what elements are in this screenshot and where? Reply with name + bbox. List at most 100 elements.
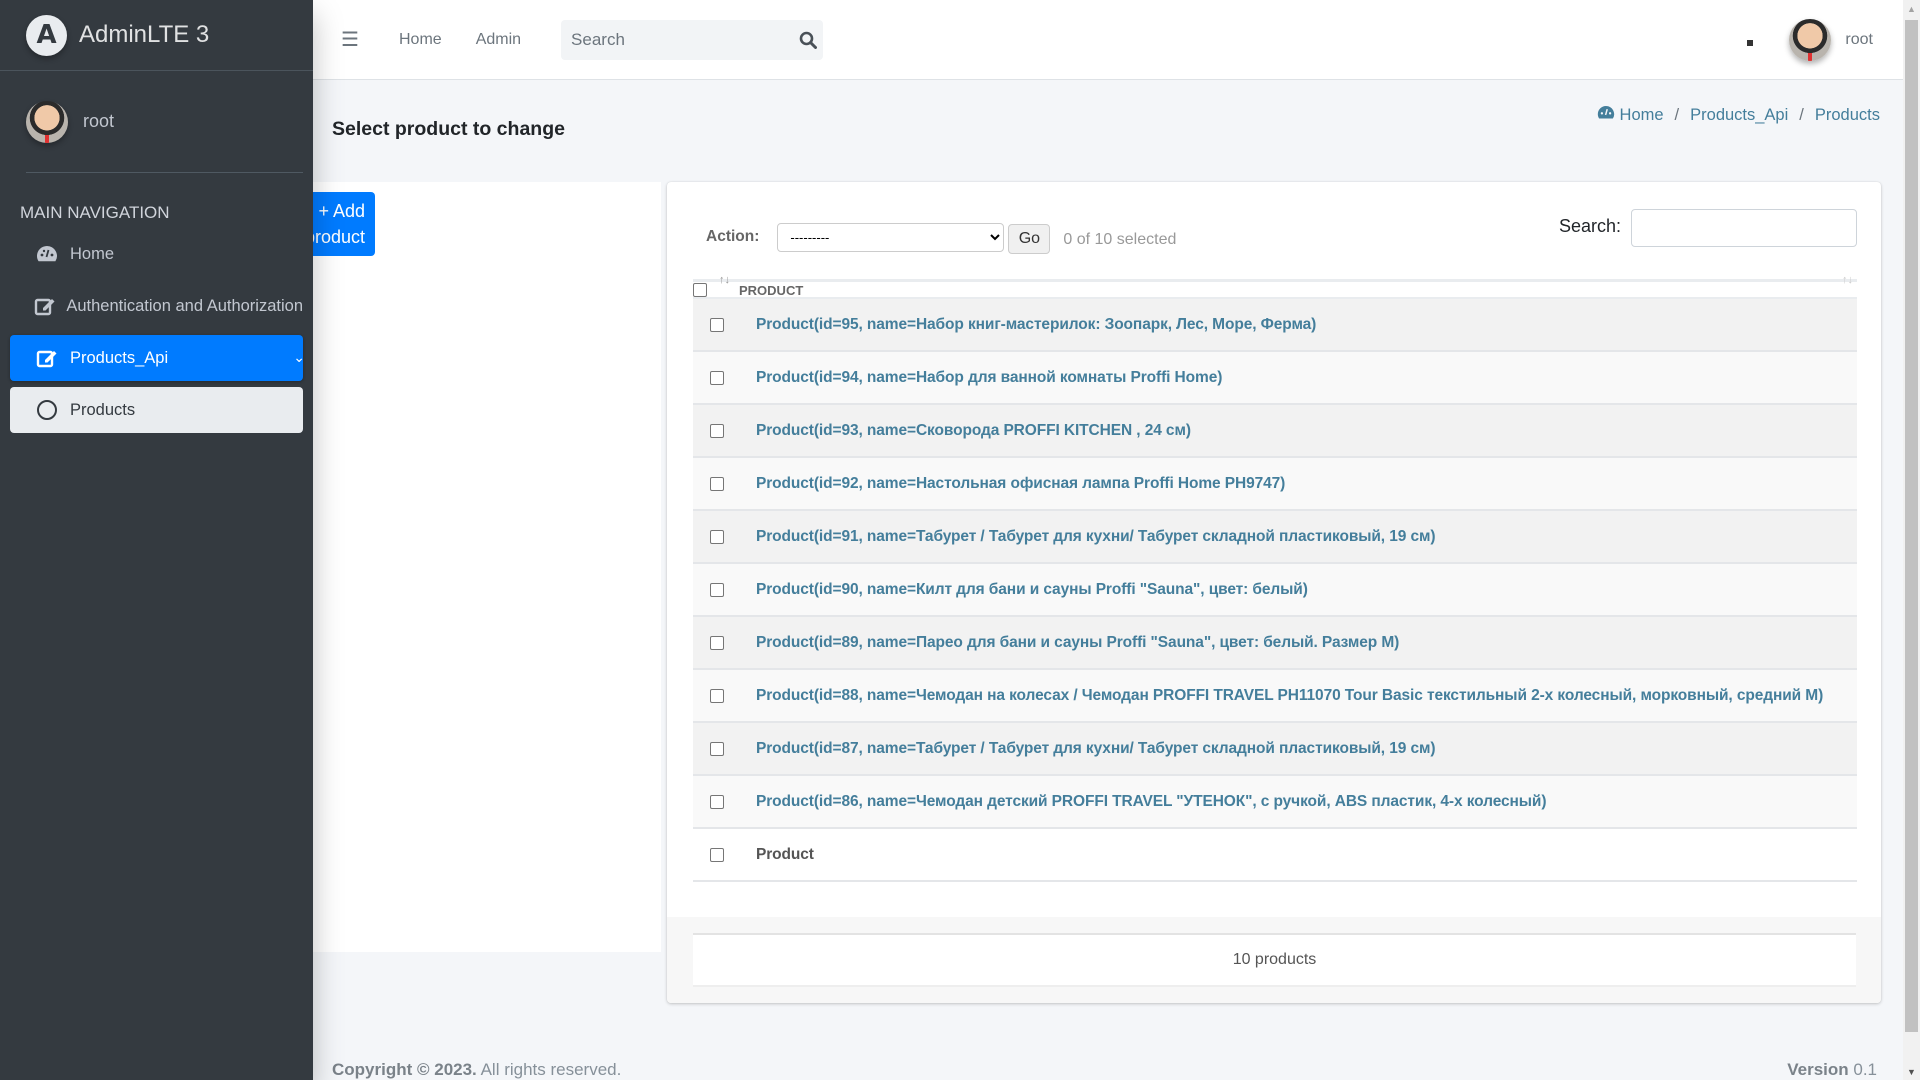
table-row: Product(id=92, name=Настольная офисная л… bbox=[693, 458, 1857, 511]
scroll-down-arrow-icon[interactable]: ▼ bbox=[1903, 1063, 1920, 1080]
sidebar-item-label: Products_Api bbox=[70, 348, 169, 367]
table-header: ↑↓ PRODUCT ↑↓ bbox=[693, 274, 1857, 299]
row-checkbox[interactable] bbox=[710, 583, 724, 597]
result-list: ↑↓ PRODUCT ↑↓ Product(id=95, name=Набор … bbox=[693, 274, 1857, 882]
breadcrumb-separator: / bbox=[1799, 105, 1804, 124]
page-scrollbar[interactable]: ▲ ▼ bbox=[1903, 0, 1920, 1080]
sidebar-item-products-api[interactable]: Products_Api ⌄ bbox=[10, 335, 303, 381]
product-link[interactable]: Product(id=95, name=Набор книг-мастерило… bbox=[756, 316, 1316, 334]
table-row: Product(id=93, name=Сковорода PROFFI KIT… bbox=[693, 405, 1857, 458]
breadcrumb-products-api[interactable]: Products_Api bbox=[1690, 106, 1788, 125]
sort-icon[interactable]: ↑↓ bbox=[719, 274, 730, 286]
sidebar-item-label: Products bbox=[70, 400, 136, 419]
sort-icon[interactable]: ↑↓ bbox=[1842, 274, 1853, 286]
copyright-text: All rights reserved. bbox=[476, 1060, 622, 1079]
search-button[interactable] bbox=[792, 20, 823, 60]
sidebar: A AdminLTE 3 root MAIN NAVIGATION Home A… bbox=[0, 0, 313, 1080]
navbar-search bbox=[561, 19, 824, 60]
row-checkbox[interactable] bbox=[710, 795, 724, 809]
sidebar-item-label: Authentication and Authorization bbox=[66, 296, 303, 315]
table-row-total: Product bbox=[693, 829, 1857, 882]
actions-bar: Action: --------- Go 0 of 10 selected bbox=[706, 220, 1176, 254]
selected-count: 0 of 10 selected bbox=[1063, 230, 1177, 248]
row-checkbox[interactable] bbox=[710, 530, 724, 544]
product-link[interactable]: Product(id=90, name=Килт для бани и саун… bbox=[756, 581, 1308, 599]
chevron-down-icon: ⌄ bbox=[293, 349, 303, 365]
product-link[interactable]: Product(id=91, name=Табурет / Табурет дл… bbox=[756, 528, 1436, 546]
version-info: Version 0.1 bbox=[1787, 1060, 1877, 1080]
row-checkbox[interactable] bbox=[710, 424, 724, 438]
brand-logo-icon: A bbox=[26, 14, 67, 56]
product-link[interactable]: Product(id=89, name=Парео для бани и сау… bbox=[756, 634, 1399, 652]
scroll-up-arrow-icon[interactable]: ▲ bbox=[1903, 0, 1920, 17]
version-value: 0.1 bbox=[1848, 1060, 1877, 1079]
brand-name: AdminLTE 3 bbox=[79, 21, 210, 48]
breadcrumb-home[interactable]: Home bbox=[1620, 106, 1664, 125]
breadcrumb-separator: / bbox=[1674, 105, 1680, 124]
changelist-card: Action: --------- Go 0 of 10 selected Se… bbox=[667, 182, 1881, 1003]
row-checkbox[interactable] bbox=[710, 636, 724, 650]
table-row: Product(id=87, name=Табурет / Табурет дл… bbox=[693, 723, 1857, 776]
action-select[interactable]: --------- bbox=[777, 222, 1005, 252]
product-link[interactable]: Product(id=93, name=Сковорода PROFFI KIT… bbox=[756, 422, 1191, 440]
object-tools-panel bbox=[313, 182, 661, 952]
nav-header: MAIN NAVIGATION bbox=[20, 203, 170, 222]
row-checkbox[interactable] bbox=[710, 848, 724, 862]
table-row: Product(id=90, name=Килт для бани и саун… bbox=[693, 564, 1857, 617]
notification-dot-icon[interactable] bbox=[1747, 40, 1754, 46]
dashboard-icon bbox=[1597, 105, 1615, 125]
search-label: Search: bbox=[1558, 216, 1621, 236]
nav-link-admin[interactable]: Admin bbox=[476, 31, 521, 49]
nav-link-home[interactable]: Home bbox=[399, 31, 442, 49]
sidebar-item-products[interactable]: Products bbox=[10, 387, 303, 433]
table-row: Product(id=86, name=Чемодан детский PROF… bbox=[693, 776, 1857, 829]
table-row: Product(id=88, name=Чемодан на колесах /… bbox=[693, 670, 1857, 723]
edit-icon bbox=[34, 346, 60, 370]
breadcrumb-products: Products bbox=[1814, 105, 1880, 124]
table-row: Product(id=94, name=Набор для ванной ком… bbox=[693, 352, 1857, 405]
table-row: Product(id=89, name=Парео для бани и сау… bbox=[693, 617, 1857, 670]
column-header-product[interactable]: PRODUCT bbox=[739, 283, 803, 298]
row-checkbox[interactable] bbox=[710, 371, 724, 385]
go-button[interactable]: Go bbox=[1008, 224, 1051, 254]
table-row: Product(id=95, name=Набор книг-мастерило… bbox=[693, 299, 1857, 352]
product-link[interactable]: Product(id=92, name=Настольная офисная л… bbox=[756, 475, 1285, 493]
top-navbar: ☰ Home Admin root bbox=[313, 0, 1903, 80]
row-checkbox[interactable] bbox=[710, 689, 724, 703]
row-checkbox[interactable] bbox=[710, 742, 724, 756]
hamburger-icon[interactable]: ☰ bbox=[341, 27, 365, 52]
user-avatar bbox=[26, 100, 68, 143]
navbar-search-input[interactable] bbox=[561, 29, 793, 50]
navbar-user-name[interactable]: root bbox=[1845, 31, 1873, 49]
paginator: 10 products bbox=[693, 933, 1856, 987]
version-label: Version bbox=[1787, 1060, 1849, 1079]
copyright-bold: Copyright © 2023. bbox=[332, 1060, 477, 1079]
search-icon bbox=[799, 31, 817, 49]
select-all-checkbox[interactable] bbox=[693, 283, 707, 297]
row-checkbox[interactable] bbox=[710, 318, 724, 332]
edit-icon bbox=[34, 294, 56, 318]
navbar-right: root bbox=[1747, 0, 1873, 80]
page-title: Select product to change bbox=[332, 118, 565, 140]
dashboard-icon bbox=[34, 242, 60, 266]
product-link[interactable]: Product(id=86, name=Чемодан детский PROF… bbox=[756, 793, 1547, 811]
changelist-search-input[interactable] bbox=[1631, 209, 1857, 247]
user-panel[interactable]: root bbox=[26, 89, 303, 173]
product-link[interactable]: Product(id=94, name=Набор для ванной ком… bbox=[756, 369, 1222, 387]
table-body: Product(id=95, name=Набор книг-мастерило… bbox=[693, 299, 1857, 882]
product-link[interactable]: Product(id=87, name=Табурет / Табурет дл… bbox=[756, 740, 1436, 758]
total-row-label: Product bbox=[756, 845, 814, 863]
scroll-thumb[interactable] bbox=[1905, 20, 1918, 1032]
sidebar-item-home[interactable]: Home bbox=[10, 231, 303, 277]
page-footer: Copyright © 2023. All rights reserved. bbox=[332, 1060, 621, 1080]
brand-link[interactable]: A AdminLTE 3 bbox=[0, 0, 313, 71]
row-checkbox[interactable] bbox=[710, 477, 724, 491]
sidebar-item-auth[interactable]: Authentication and Authorization bbox=[10, 283, 303, 329]
circle-icon bbox=[34, 398, 60, 422]
sidebar-item-label: Home bbox=[70, 244, 115, 263]
card-footer: 10 products bbox=[667, 917, 1881, 1003]
navbar-user-avatar[interactable] bbox=[1789, 19, 1832, 61]
user-name: root bbox=[83, 111, 115, 131]
table-row: Product(id=91, name=Табурет / Табурет дл… bbox=[693, 511, 1857, 564]
product-link[interactable]: Product(id=88, name=Чемодан на колесах /… bbox=[756, 687, 1823, 705]
